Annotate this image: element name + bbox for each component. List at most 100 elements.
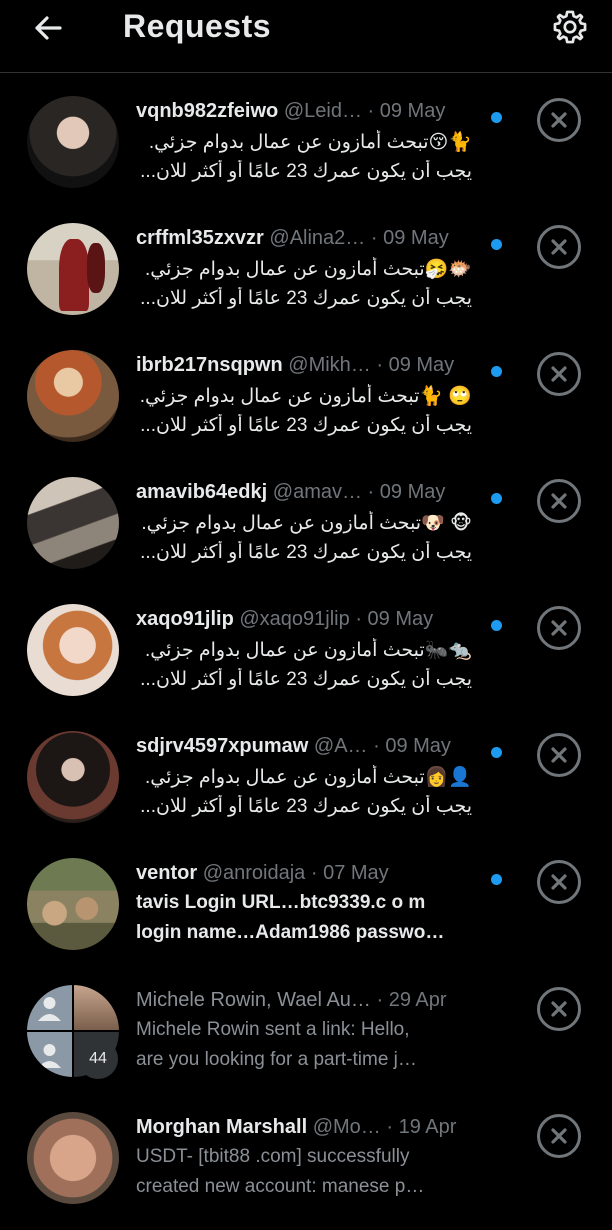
dismiss-request-button[interactable] [537,479,581,523]
avatar[interactable] [27,350,119,442]
request-row[interactable]: xaqo91jlip @xaqo91jlip · 09 May 🐀🐜تبحث أ… [0,596,612,722]
message-preview-line1: 🙄 🐈تبحث أمازون عن عمال بدوام جزئي. [139,386,472,407]
message-date: 19 Apr [398,1116,457,1138]
message-preview-line2: يجب أن يكون عمرك 23 عامًا أو أكثر للان..… [140,542,472,563]
dismiss-request-button[interactable] [537,606,581,650]
message-preview-line2: يجب أن يكون عمرك 23 عامًا أو أكثر للان..… [140,796,472,817]
display-name: sdjrv4597xpumaw [136,735,309,757]
display-name: ventor [136,862,198,884]
message-date: 09 May [388,354,455,376]
message-preview-line2: يجب أن يكون عمرك 23 عامًا أو أكثر للان..… [140,288,472,309]
user-handle: @anroidaja [202,862,306,884]
close-icon [551,239,567,255]
group-names: Michele Rowin, Wael Au… [136,989,371,1011]
message-preview-line2: login name…Adam1986 passwo… [136,922,445,943]
close-icon [551,1001,567,1017]
display-name: xaqo91jlip [136,608,234,630]
unread-dot [491,493,502,504]
close-icon [551,366,567,382]
avatar[interactable] [27,477,119,569]
dismiss-request-button[interactable] [537,225,581,269]
user-handle: @amav… [272,481,362,503]
display-name: ibrb217nsqpwn [136,354,283,376]
message-preview-line1: 🐡🤧تبحث أمازون عن عمال بدوام جزئي. [144,259,472,280]
row-header: vqnb982zfeiwo @Leid… · 09 May [136,100,446,122]
message-date: 09 May [367,608,434,630]
dismiss-request-button[interactable] [537,733,581,777]
row-header: sdjrv4597xpumaw @A… · 09 May [136,735,451,757]
close-icon [551,1128,567,1144]
user-handle: @xaqo91jlip [239,608,350,630]
message-preview-line1: USDT- [tbit88 .com] successfully [136,1146,410,1167]
message-date: 09 May [383,227,449,249]
avatar[interactable] [27,223,119,315]
close-icon [551,620,567,636]
row-header: ventor @anroidaja · 07 May [136,862,389,884]
avatar[interactable] [27,858,119,950]
request-row[interactable]: Morghan Marshall @Mo… · 19 Apr USDT- [tb… [0,1104,612,1230]
dismiss-request-button[interactable] [537,352,581,396]
row-header: ibrb217nsqpwn @Mikh… · 09 May [136,354,455,376]
request-row[interactable]: amavib64edkj @amav… · 09 May 🐵 🐶تبحث أما… [0,469,612,595]
request-row[interactable]: ibrb217nsqpwn @Mikh… · 09 May 🙄 🐈تبحث أم… [0,342,612,468]
user-handle: @Alina2… [269,227,366,249]
default-user-icon [38,1044,61,1068]
request-row[interactable]: sdjrv4597xpumaw @A… · 09 May 👤👩تبحث أماز… [0,723,612,849]
avatar[interactable] [27,731,119,823]
row-header: Morghan Marshall @Mo… · 19 Apr [136,1116,457,1138]
user-handle: @A… [313,735,368,757]
message-preview-line2: are you looking for a part-time j… [136,1049,417,1070]
message-preview-line1: 👤👩تبحث أمازون عن عمال بدوام جزئي. [144,767,472,788]
message-date: 09 May [385,735,451,757]
back-arrow-icon[interactable] [30,10,66,46]
dismiss-request-button[interactable] [537,98,581,142]
message-date: 09 May [379,100,446,122]
gear-icon[interactable] [551,8,589,46]
avatar[interactable] [27,1112,119,1204]
row-header: crffml35zxvzr @Alina2… · 09 May [136,227,449,249]
user-handle: @Leid… [283,100,362,122]
message-preview-line1: 🐀🐜تبحث أمازون عن عمال بدوام جزئي. [144,640,472,661]
user-handle: @Mo… [312,1116,381,1138]
message-preview-line2: يجب أن يكون عمرك 23 عامًا أو أكثر للان..… [140,161,472,182]
avatar[interactable] [27,604,119,696]
message-preview-line2: created new account: manese p… [136,1176,425,1197]
message-preview-line1: Michele Rowin sent a link: Hello, [136,1019,410,1040]
avatar[interactable] [27,96,119,188]
unread-dot [491,620,502,631]
message-preview-line1: 🐵 🐶تبحث أمازون عن عمال بدوام جزئي. [141,513,472,534]
dismiss-request-button[interactable] [537,1114,581,1158]
dismiss-request-button[interactable] [537,860,581,904]
unread-dot [491,112,502,123]
message-preview-line1: tavis Login URL…btc9339.c o m [136,892,426,913]
message-date: 07 May [323,862,389,884]
unread-dot [491,366,502,377]
request-row[interactable]: ventor @anroidaja · 07 May tavis Login U… [0,850,612,976]
close-icon [551,493,567,509]
display-name: crffml35zxvzr [136,227,264,249]
message-date: 29 Apr [388,989,447,1011]
display-name: vqnb982zfeiwo [136,100,279,122]
request-row[interactable]: crffml35zxvzr @Alina2… · 09 May 🐡🤧تبحث أ… [0,215,612,341]
close-icon [551,112,567,128]
user-handle: @Mikh… [288,354,371,376]
message-preview-line2: يجب أن يكون عمرك 23 عامًا أو أكثر للان..… [140,669,472,690]
row-header: Michele Rowin, Wael Au… · 29 Apr [136,989,447,1011]
page-title: Requests [123,8,272,44]
message-date: 09 May [379,481,446,503]
top-bar: Requests [0,0,612,73]
unread-dot [491,239,502,250]
close-icon [551,874,567,890]
default-user-icon [38,997,61,1021]
request-row-group[interactable]: 44 Michele Rowin, Wael Au… · 29 Apr Mich… [0,977,612,1103]
row-header: amavib64edkj @amav… · 09 May [136,481,446,503]
message-preview-line2: يجب أن يكون عمرك 23 عامًا أو أكثر للان..… [140,415,472,436]
member-count-badge: 44 [78,1039,118,1079]
message-preview-line1: 🐈😚تبحث أمازون عن عمال بدوام جزئي. [148,132,472,153]
display-name: Morghan Marshall [136,1116,308,1138]
unread-dot [491,747,502,758]
row-header: xaqo91jlip @xaqo91jlip · 09 May [136,608,434,630]
request-row[interactable]: vqnb982zfeiwo @Leid… · 09 May 🐈😚تبحث أما… [0,88,612,214]
close-icon [551,747,567,763]
dismiss-request-button[interactable] [537,987,581,1031]
